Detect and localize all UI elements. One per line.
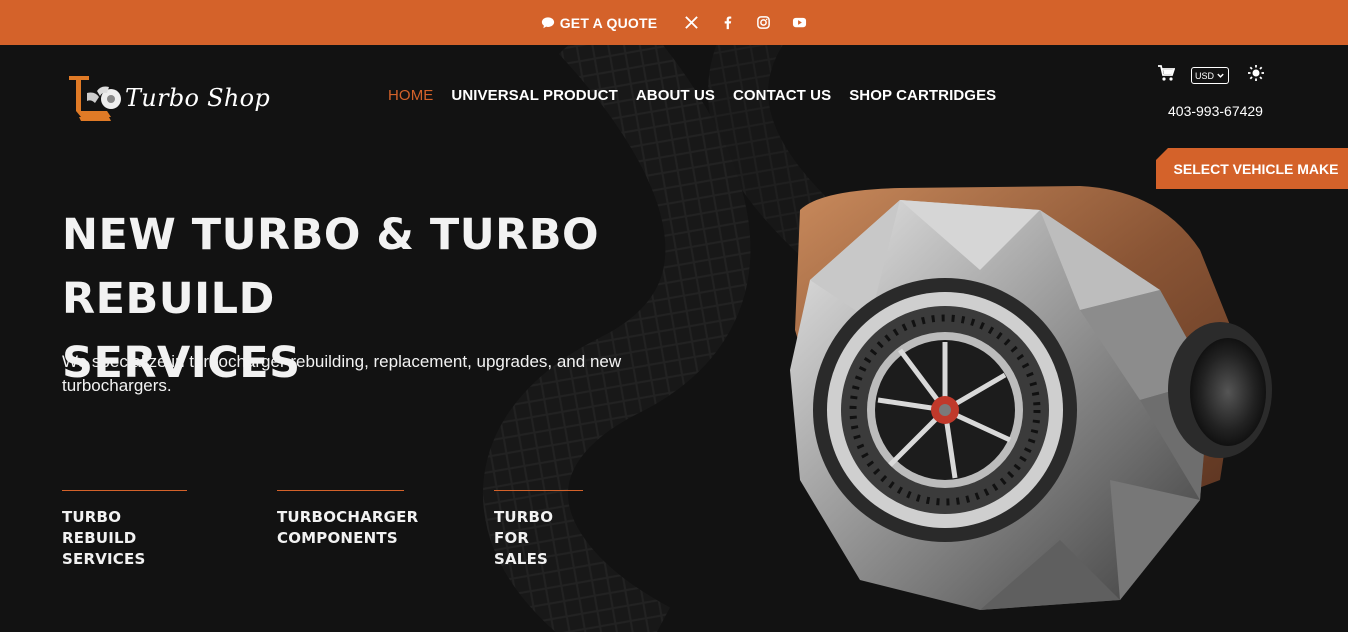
logo-text: Turbo Shop — [125, 84, 271, 112]
feature-label: TURBOCHARGER COMPONENTS — [277, 508, 419, 547]
youtube-icon[interactable] — [791, 15, 807, 31]
nav-shop-cartridges[interactable]: SHOP CARTRIDGES — [849, 87, 996, 104]
chevron-down-icon — [1217, 73, 1224, 78]
hero-subtitle: We specialize in turbocharger rebuilding… — [62, 352, 622, 395]
nav-about-us[interactable]: ABOUT US — [636, 87, 715, 104]
feature-divider — [277, 490, 404, 491]
nav-home[interactable]: HOME — [388, 87, 433, 104]
get-a-quote-label: GET A QUOTE — [559, 14, 658, 31]
hero-title-line1: NEW TURBO & TURBO REBUILD — [62, 210, 600, 324]
currency-select[interactable]: USD — [1191, 67, 1230, 84]
get-a-quote-link[interactable]: GET A QUOTE — [541, 15, 658, 31]
feature-turbocharger-components[interactable]: TURBOCHARGER COMPONENTS — [277, 490, 418, 549]
facebook-icon[interactable] — [719, 15, 735, 31]
turbocharger-image — [790, 186, 1272, 610]
currency-value: USD — [1195, 70, 1215, 81]
chat-bubble-icon — [541, 16, 554, 28]
phone-number[interactable]: 403-993-67429 — [1168, 103, 1263, 119]
instagram-icon[interactable] — [755, 15, 771, 31]
feature-turbo-for-sales[interactable]: TURBO FOR SALES — [494, 490, 583, 570]
theme-toggle-sun-icon[interactable] — [1241, 64, 1265, 87]
feature-label: TURBO FOR SALES — [494, 508, 554, 568]
feature-label: TURBO REBUILD SERVICES — [62, 508, 146, 568]
top-bar: GET A QUOTE — [0, 0, 1348, 45]
feature-divider — [494, 490, 583, 491]
cart-icon[interactable] — [1157, 64, 1176, 87]
nav-universal-product[interactable]: UNIVERSAL PRODUCT — [451, 87, 617, 104]
x-icon[interactable] — [683, 15, 699, 31]
site-logo[interactable]: Turbo Shop — [67, 73, 270, 123]
turbo-logo-icon — [69, 76, 121, 121]
main-nav: HOME UNIVERSAL PRODUCT ABOUT US CONTACT … — [388, 87, 996, 104]
feature-divider — [62, 490, 187, 491]
feature-turbo-rebuild[interactable]: TURBO REBUILD SERVICES — [62, 490, 187, 570]
header-tools: USD — [1157, 64, 1265, 87]
nav-contact-us[interactable]: CONTACT US — [733, 87, 831, 104]
